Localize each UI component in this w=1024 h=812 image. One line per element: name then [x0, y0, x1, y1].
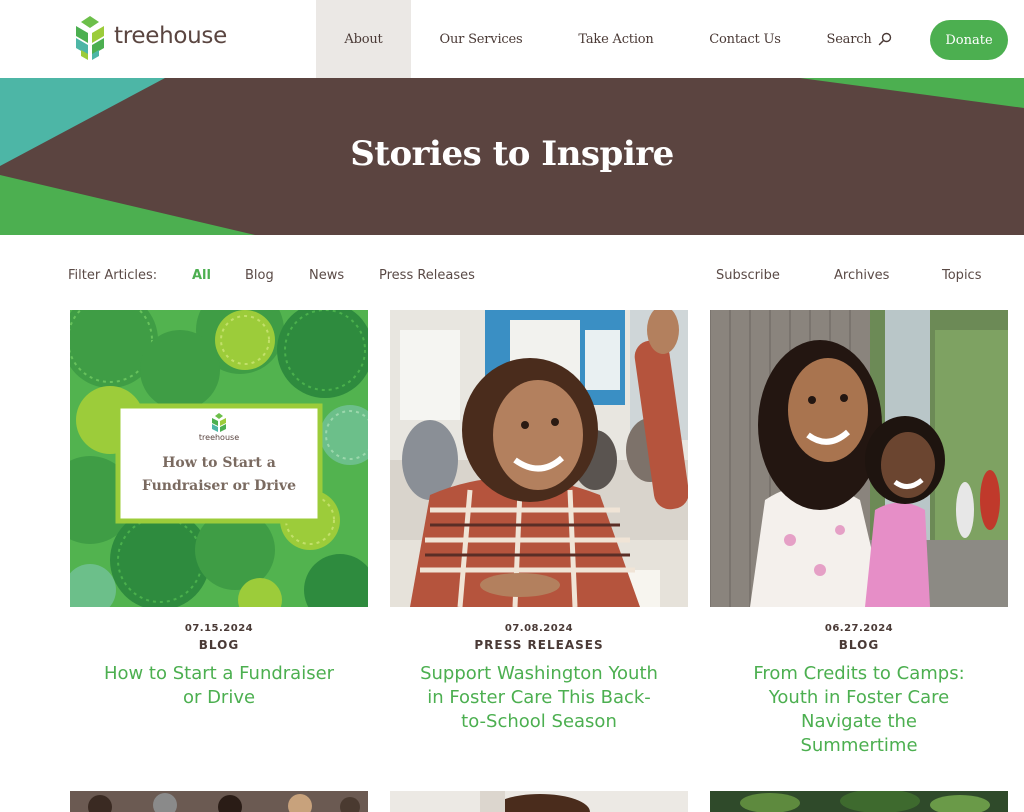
article-category: PRESS RELEASES — [474, 638, 604, 652]
next-article-image[interactable] — [390, 791, 688, 812]
search-icon — [878, 32, 891, 46]
next-article-image[interactable] — [710, 791, 1008, 812]
article-category: BLOG — [198, 638, 240, 652]
article-image[interactable] — [710, 310, 1008, 607]
article-image[interactable] — [390, 310, 688, 607]
filter-label: Filter Articles: — [68, 268, 158, 283]
treehouse-logo-icon — [76, 16, 104, 60]
next-article-image[interactable] — [70, 791, 368, 812]
next-photo-1 — [70, 791, 368, 812]
article-image[interactable]: treehouse How to Start a Fundraiser or D… — [70, 310, 368, 607]
filter-blog[interactable]: Blog — [245, 268, 274, 283]
subscribe-link[interactable]: Subscribe — [716, 268, 780, 283]
classroom-photo — [390, 310, 688, 607]
topics-link[interactable]: Topics — [942, 268, 981, 283]
article-title[interactable]: Support Washington Youth in Foster Care … — [390, 662, 688, 734]
article-date: 07.15.2024 — [184, 623, 254, 634]
archives-link[interactable]: Archives — [834, 268, 889, 283]
filter-bar: Filter Articles: All Blog News Press Rel… — [0, 262, 1024, 292]
logo-link[interactable]: treehouse — [72, 16, 227, 60]
nav-take-action[interactable]: Take Action — [551, 0, 681, 78]
hero-title: Stories to Inspire — [350, 134, 674, 174]
article-card[interactable]: treehouse How to Start a Fundraiser or D… — [70, 310, 368, 710]
image-title-line1: How to Start a — [162, 455, 276, 471]
article-title[interactable]: How to Start a Fundraiser or Drive — [70, 662, 368, 710]
nav-contact-us[interactable]: Contact Us — [681, 0, 809, 78]
hero-banner: Stories to Inspire — [0, 78, 1024, 235]
filter-press-releases[interactable]: Press Releases — [379, 268, 475, 283]
search-label: Search — [826, 31, 872, 47]
paper-fans-illustration: treehouse How to Start a Fundraiser or D… — [70, 310, 368, 607]
article-date: 07.08.2024 — [504, 623, 574, 634]
donate-button[interactable]: Donate — [930, 20, 1008, 60]
image-title-line2: Fundraiser or Drive — [142, 478, 296, 494]
girls-smiling-photo — [710, 310, 1008, 607]
nav-search[interactable]: Search — [809, 0, 909, 78]
article-title[interactable]: From Credits to Camps: Youth in Foster C… — [710, 662, 1008, 758]
next-photo-3 — [710, 791, 1008, 812]
next-photo-2 — [390, 791, 688, 812]
article-card[interactable]: 06.27.2024 BLOG From Credits to Camps: Y… — [710, 310, 1008, 758]
article-date: 06.27.2024 — [824, 623, 894, 634]
logo-wordmark: treehouse — [114, 23, 227, 49]
main-nav: About Our Services Take Action Contact U… — [316, 0, 909, 78]
filter-news[interactable]: News — [309, 268, 344, 283]
site-header: treehouse About Our Services Take Action… — [0, 0, 1024, 78]
image-brand: treehouse — [199, 433, 239, 442]
nav-our-services[interactable]: Our Services — [411, 0, 551, 78]
article-category: BLOG — [838, 638, 880, 652]
nav-about[interactable]: About — [316, 0, 411, 78]
article-card[interactable]: 07.08.2024 PRESS RELEASES Support Washin… — [390, 310, 688, 734]
filter-all[interactable]: All — [192, 268, 211, 283]
